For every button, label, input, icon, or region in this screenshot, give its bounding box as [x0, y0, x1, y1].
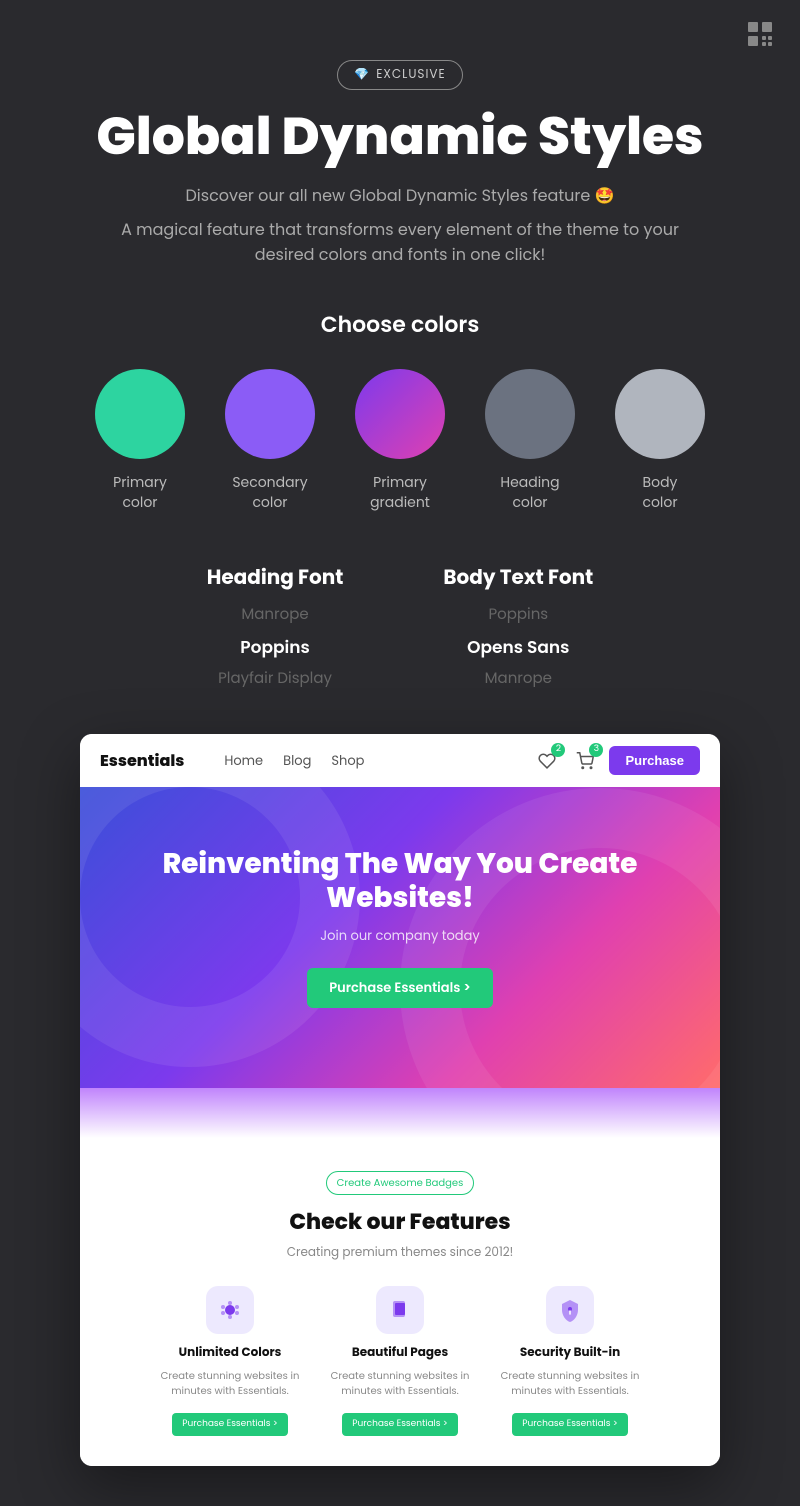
features-title: Check our Features — [100, 1205, 700, 1238]
preview-nav: Essentials Home Blog Shop 2 3 Purchase — [80, 734, 720, 787]
feature-security-title: Security Built-in — [495, 1344, 645, 1362]
colors-icon — [206, 1286, 254, 1334]
pages-icon — [376, 1286, 424, 1334]
preview-card: Essentials Home Blog Shop 2 3 Purchase R… — [80, 734, 720, 1466]
wave-divider — [80, 1088, 720, 1138]
top-bar — [0, 0, 800, 50]
swatch-secondary[interactable]: Secondarycolor — [225, 369, 315, 512]
feature-pages-title: Beautiful Pages — [325, 1344, 475, 1362]
heading-font-label: Heading Font — [207, 562, 344, 592]
preview-features: Create Awesome Badges Check our Features… — [80, 1138, 720, 1466]
security-icon — [546, 1286, 594, 1334]
heading-font-poppins[interactable]: Poppins — [207, 630, 344, 664]
gradient-circle[interactable] — [355, 369, 445, 459]
body-font-manrope[interactable]: Manrope — [443, 664, 593, 694]
feature-colors-title: Unlimited Colors — [155, 1344, 305, 1362]
hero-subtitle2: A magical feature that transforms every … — [120, 217, 680, 268]
primary-circle[interactable] — [95, 369, 185, 459]
heading-font-col: Heading Font Manrope Poppins Playfair Di… — [207, 562, 344, 694]
nav-purchase-button[interactable]: Purchase — [609, 746, 700, 775]
feature-security-desc: Create stunning websites in minutes with… — [495, 1368, 645, 1398]
heading-circle[interactable] — [485, 369, 575, 459]
primary-label: Primarycolor — [113, 473, 167, 512]
body-font-opensans[interactable]: Opens Sans — [443, 630, 593, 664]
feature-cards: Unlimited Colors Create stunning website… — [100, 1286, 700, 1436]
colors-section: Choose colors Primarycolor Secondarycolo… — [0, 298, 800, 542]
nav-link-home[interactable]: Home — [224, 751, 263, 771]
body-label: Bodycolor — [642, 473, 677, 512]
swatch-heading[interactable]: Headingcolor — [485, 369, 575, 512]
cart-count: 3 — [589, 743, 603, 757]
feature-card-pages: Beautiful Pages Create stunning websites… — [320, 1286, 480, 1436]
preview-hero-title: Reinventing The Way You Create Websites! — [120, 847, 680, 914]
heading-font-playfair[interactable]: Playfair Display — [207, 664, 344, 694]
diamond-icon: 💎 — [354, 66, 370, 84]
heading-font-manrope[interactable]: Manrope — [207, 600, 344, 630]
body-circle[interactable] — [615, 369, 705, 459]
cart-button[interactable]: 3 — [571, 747, 599, 775]
hero-section: 💎 EXCLUSIVE Global Dynamic Styles Discov… — [0, 50, 800, 298]
feature-colors-cta[interactable]: Purchase Essentials > — [172, 1413, 287, 1436]
secondary-circle[interactable] — [225, 369, 315, 459]
colors-heading: Choose colors — [40, 308, 760, 341]
preview-hero-banner: Reinventing The Way You Create Websites!… — [80, 787, 720, 1088]
badge-text: EXCLUSIVE — [376, 66, 445, 84]
preview-hero-cta[interactable]: Purchase Essentials > — [307, 968, 493, 1008]
feature-pages-desc: Create stunning websites in minutes with… — [325, 1368, 475, 1398]
color-swatches: Primarycolor Secondarycolor Primarygradi… — [40, 369, 760, 512]
wishlist-button[interactable]: 2 — [533, 747, 561, 775]
body-font-poppins[interactable]: Poppins — [443, 600, 593, 630]
feature-pages-cta[interactable]: Purchase Essentials > — [342, 1413, 457, 1436]
secondary-label: Secondarycolor — [232, 473, 307, 512]
swatch-body[interactable]: Bodycolor — [615, 369, 705, 512]
features-badge: Create Awesome Badges — [326, 1171, 475, 1195]
gradient-label: Primarygradient — [370, 473, 430, 512]
brand-icon — [744, 18, 776, 50]
nav-link-shop[interactable]: Shop — [331, 751, 364, 771]
body-font-label: Body Text Font — [443, 562, 593, 592]
feature-card-security: Security Built-in Create stunning websit… — [490, 1286, 650, 1436]
feature-colors-desc: Create stunning websites in minutes with… — [155, 1368, 305, 1398]
features-subtitle: Creating premium themes since 2012! — [100, 1244, 700, 1262]
swatch-gradient[interactable]: Primarygradient — [355, 369, 445, 512]
nav-right: 2 3 Purchase — [533, 746, 700, 775]
wishlist-count: 2 — [551, 743, 565, 757]
fonts-section: Heading Font Manrope Poppins Playfair Di… — [0, 542, 800, 734]
heading-label: Headingcolor — [500, 473, 559, 512]
preview-brand: Essentials — [100, 748, 184, 773]
hero-subtitle1: Discover our all new Global Dynamic Styl… — [120, 183, 680, 209]
exclusive-badge: 💎 EXCLUSIVE — [337, 60, 462, 90]
body-font-col: Body Text Font Poppins Opens Sans Manrop… — [443, 562, 593, 694]
hero-title: Global Dynamic Styles — [60, 108, 740, 165]
feature-card-colors: Unlimited Colors Create stunning website… — [150, 1286, 310, 1436]
feature-security-cta[interactable]: Purchase Essentials > — [512, 1413, 627, 1436]
nav-link-blog[interactable]: Blog — [283, 751, 311, 771]
swatch-primary[interactable]: Primarycolor — [95, 369, 185, 512]
preview-hero-subtitle: Join our company today — [120, 926, 680, 946]
